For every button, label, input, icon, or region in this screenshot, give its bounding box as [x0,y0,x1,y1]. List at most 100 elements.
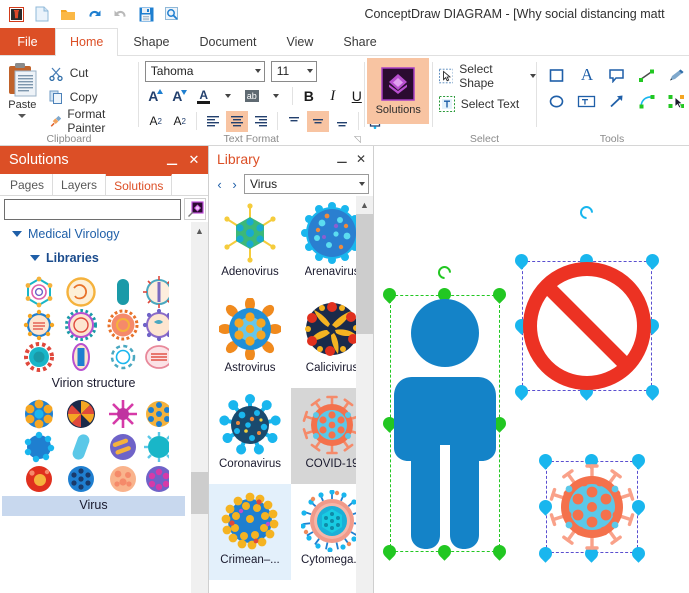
pointer-tool[interactable] [665,90,689,112]
font-size-combo[interactable]: 11 [270,60,317,82]
app-icon[interactable] [6,4,26,24]
chevron-down-icon[interactable] [254,69,261,73]
solutions-search-icon [187,200,204,217]
solutions-library-card-virion-structure[interactable]: Virion structure [2,274,185,394]
align-center-button[interactable] [225,110,248,132]
solutions-search-button[interactable] [184,198,206,220]
pin-icon[interactable]: ⚊ [335,151,349,166]
highlight-dropdown[interactable] [265,86,287,107]
paste-dropdown-caret[interactable] [18,114,27,118]
chevron-down-icon[interactable] [530,74,537,78]
covid-virus-selection[interactable] [536,451,648,563]
text-format-dialog-launcher[interactable]: ◹ [354,134,361,145]
pen-tool[interactable] [665,64,689,86]
select-group-label: Select [469,132,499,145]
tab-shape[interactable]: Shape [118,28,184,55]
tab-solutions[interactable]: Solutions [106,174,173,195]
callout-tool[interactable] [605,64,629,86]
close-icon[interactable]: ✕ [186,152,202,168]
cut-button[interactable]: Cut [45,62,138,84]
open-folder-icon[interactable] [58,4,78,24]
quick-access-toolbar [0,4,182,24]
textbox-tool[interactable] [575,90,599,112]
scissors-icon [49,67,63,81]
solutions-library-card-virus[interactable]: Virus [2,396,185,516]
tab-pages[interactable]: Pages [2,174,54,195]
chevron-down-icon[interactable] [306,69,313,73]
select-shape-button[interactable]: Select Shape [438,62,537,90]
zoom-icon[interactable] [162,4,182,24]
library-item-astrovirus[interactable]: Astrovirus [209,292,291,388]
grow-font-button[interactable]: A [145,86,167,107]
highlight-button[interactable]: ab [241,86,263,107]
bold-button[interactable]: B [298,86,320,107]
italic-button[interactable]: I [322,86,344,107]
pin-icon[interactable]: ⚊ [164,152,180,168]
tab-file[interactable]: File [0,28,55,55]
superscript-button[interactable]: A2 [145,111,167,132]
coronavirus-icon [219,394,281,455]
rotate-handle[interactable] [435,263,454,282]
align-middle-button[interactable] [306,110,329,132]
tab-view[interactable]: View [271,28,328,55]
undo-icon[interactable] [84,4,104,24]
curve-tool[interactable] [635,90,659,112]
scroll-up-icon[interactable]: ▲ [191,222,208,239]
align-top-button[interactable] [283,111,305,132]
tab-document[interactable]: Document [185,28,272,55]
library-next-button[interactable]: › [229,177,240,192]
subscript-button[interactable]: A2 [169,111,191,132]
save-icon[interactable] [136,4,156,24]
text-tool[interactable]: A [575,64,599,86]
chevron-down-icon[interactable] [359,182,365,186]
redo-icon[interactable] [110,4,130,24]
scrollbar-thumb[interactable] [356,214,373,334]
prohibition-sign-selection[interactable] [512,203,662,401]
solutions-button[interactable]: Solutions [367,58,430,124]
chevron-down-icon[interactable] [12,231,22,237]
align-bottom-button[interactable] [331,111,353,132]
library-panel: Library ⚊ ✕ ‹ › Virus Adenovirus Arenavi… [209,146,374,593]
shrink-font-button[interactable]: A [169,86,191,107]
library-scrollbar[interactable]: ▲ [356,196,373,593]
select-text-icon [438,96,455,112]
tab-home[interactable]: Home [55,28,119,56]
ellipse-tool[interactable] [545,90,569,112]
person-shape-selection[interactable] [380,263,509,561]
align-right-button[interactable] [250,111,272,132]
new-document-icon[interactable] [32,4,52,24]
library-item-label: Adenovirus [221,266,279,278]
tree-node-libraries[interactable]: Libraries [0,246,208,270]
font-color-button[interactable]: A [193,86,215,107]
library-item-adenovirus[interactable]: Adenovirus [209,196,291,292]
library-select-combo[interactable]: Virus [244,174,369,194]
library-item-crimean-congo[interactable]: Crimean–... [209,484,291,580]
select-text-button[interactable]: Select Text [438,92,536,116]
line-tool[interactable] [635,64,659,86]
font-color-dropdown[interactable] [217,86,239,107]
astrovirus-icon [219,298,281,360]
rectangle-tool[interactable] [545,64,569,86]
prohibition-sign-shape [523,262,651,390]
rotate-handle[interactable] [577,203,596,222]
arrow-tool[interactable] [605,90,629,112]
solutions-search-input[interactable] [4,198,181,220]
ribbon-group-select: Select Shape Select Text Select [433,56,537,146]
solutions-scrollbar[interactable]: ▲ [191,222,208,593]
scroll-up-icon[interactable]: ▲ [356,196,373,213]
copy-button[interactable]: Copy [45,86,138,108]
format-painter-button[interactable]: Format Painter [45,107,138,135]
scrollbar-thumb[interactable] [191,472,208,514]
tree-node-medical-virology[interactable]: Medical Virology [0,222,208,246]
tab-share[interactable]: Share [328,28,391,55]
tab-layers[interactable]: Layers [53,174,107,195]
chevron-down-icon[interactable] [30,255,40,261]
library-prev-button[interactable]: ‹ [214,177,225,192]
diagram-canvas[interactable] [374,146,689,593]
font-family-combo[interactable]: Tahoma [144,60,265,82]
close-icon[interactable]: ✕ [354,152,368,166]
library-item-coronavirus[interactable]: Coronavirus [209,388,291,484]
paste-button[interactable]: Paste [0,60,45,118]
align-left-button[interactable] [202,111,224,132]
line-icon [639,69,655,82]
